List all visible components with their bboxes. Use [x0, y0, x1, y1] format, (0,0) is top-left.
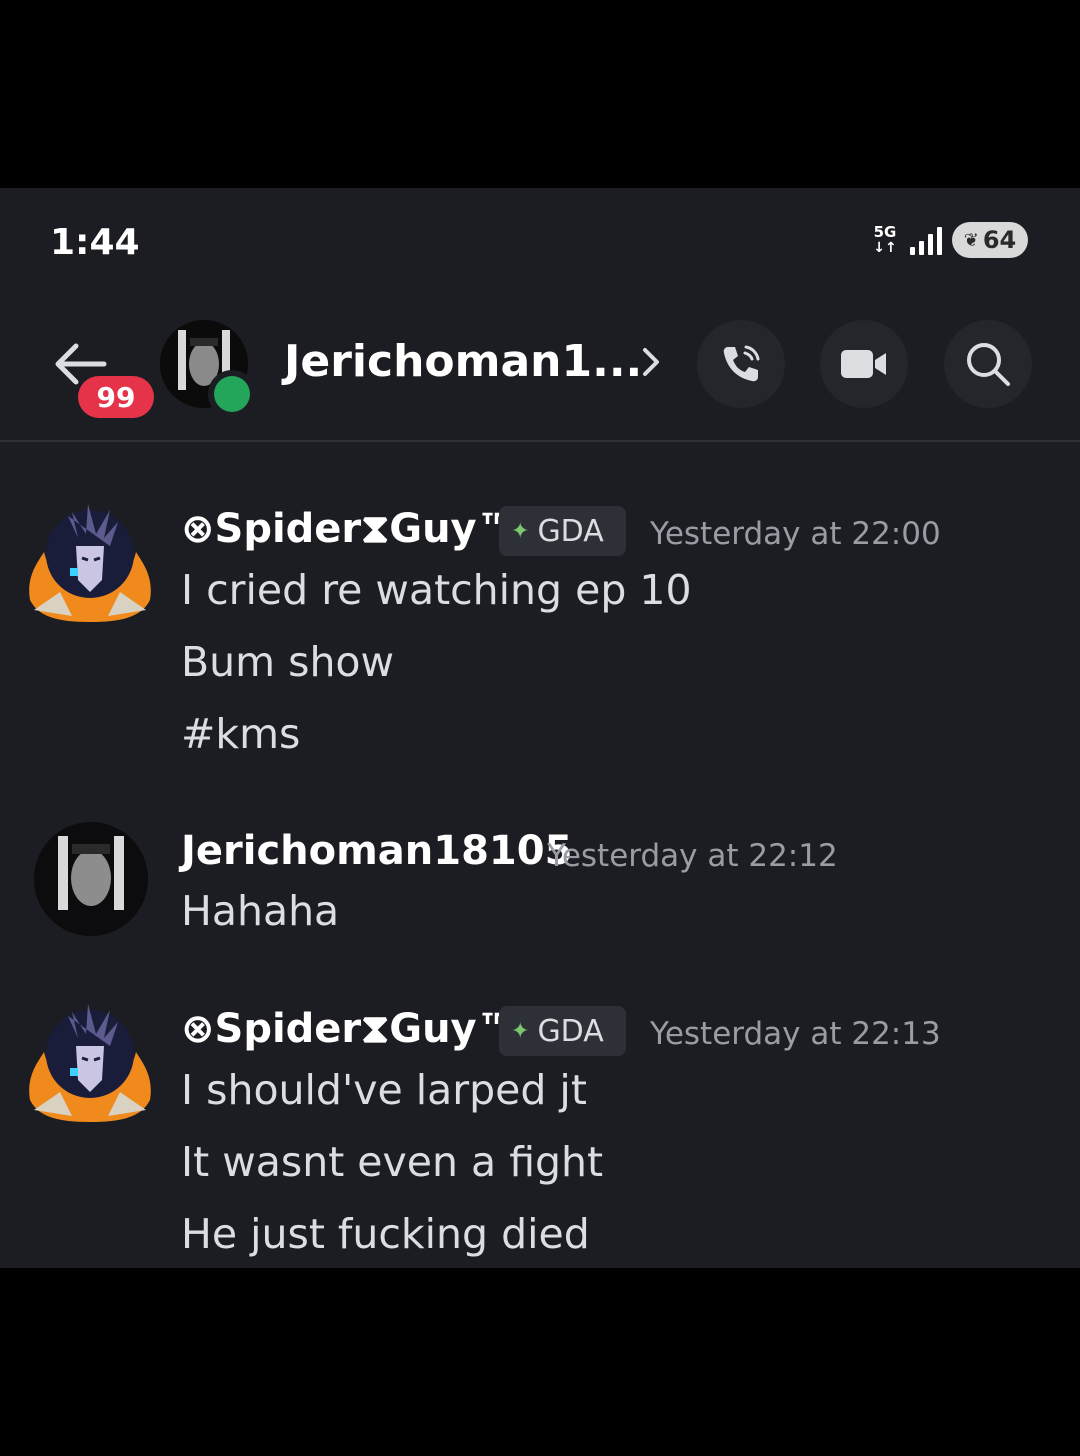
message-author[interactable]: ⊗Spider⧗Guy™ — [181, 506, 517, 552]
user-avatar[interactable] — [24, 996, 156, 1128]
guild-tag[interactable]: ✦ GDA — [499, 506, 626, 556]
message-text[interactable]: He just fucking died — [181, 1210, 590, 1258]
guild-tag-icon: ✦ — [511, 518, 530, 544]
signal-icon — [910, 225, 942, 255]
phone-icon — [723, 345, 760, 382]
channel-title[interactable]: Jerichoman1... — [284, 336, 642, 387]
user-avatar[interactable] — [24, 496, 156, 628]
video-camera-icon — [841, 350, 886, 378]
battery-level: 64 — [982, 226, 1017, 254]
user-avatar[interactable] — [34, 822, 148, 936]
message-timestamp: Yesterday at 22:12 — [547, 838, 838, 874]
message-text[interactable]: #kms — [181, 710, 300, 758]
header-divider — [0, 440, 1080, 442]
guild-tag-icon: ✦ — [511, 1018, 530, 1044]
status-icons: 5G ↓↑ ❦ 64 — [870, 222, 1028, 258]
online-status-dot — [214, 376, 250, 412]
unread-badge: 99 — [78, 376, 154, 418]
guild-tag[interactable]: ✦ GDA — [499, 1006, 626, 1056]
message-text[interactable]: I cried re watching ep 10 — [181, 566, 692, 614]
message-author[interactable]: Jerichoman18105 — [181, 828, 572, 874]
status-time: 1:44 — [50, 222, 140, 263]
battery-icon: ❦ 64 — [952, 222, 1028, 258]
network-5g-icon: 5G ↓↑ — [873, 223, 897, 256]
message-text[interactable]: Hahaha — [181, 887, 339, 935]
chevron-right-icon[interactable] — [636, 342, 666, 382]
message-timestamp: Yesterday at 22:00 — [650, 516, 941, 552]
message-author[interactable]: ⊗Spider⧗Guy™ — [181, 1006, 517, 1052]
search-icon — [967, 343, 1010, 386]
message-text[interactable]: It wasnt even a fight — [181, 1138, 603, 1186]
message-text[interactable]: I should've larped jt — [181, 1066, 587, 1114]
message-timestamp: Yesterday at 22:13 — [650, 1016, 941, 1052]
search-button[interactable] — [944, 320, 1032, 408]
message-text[interactable]: Bum show — [181, 638, 394, 686]
video-call-button[interactable] — [820, 320, 908, 408]
power-saving-icon: ❦ — [963, 229, 979, 251]
voice-call-button[interactable] — [697, 320, 785, 408]
